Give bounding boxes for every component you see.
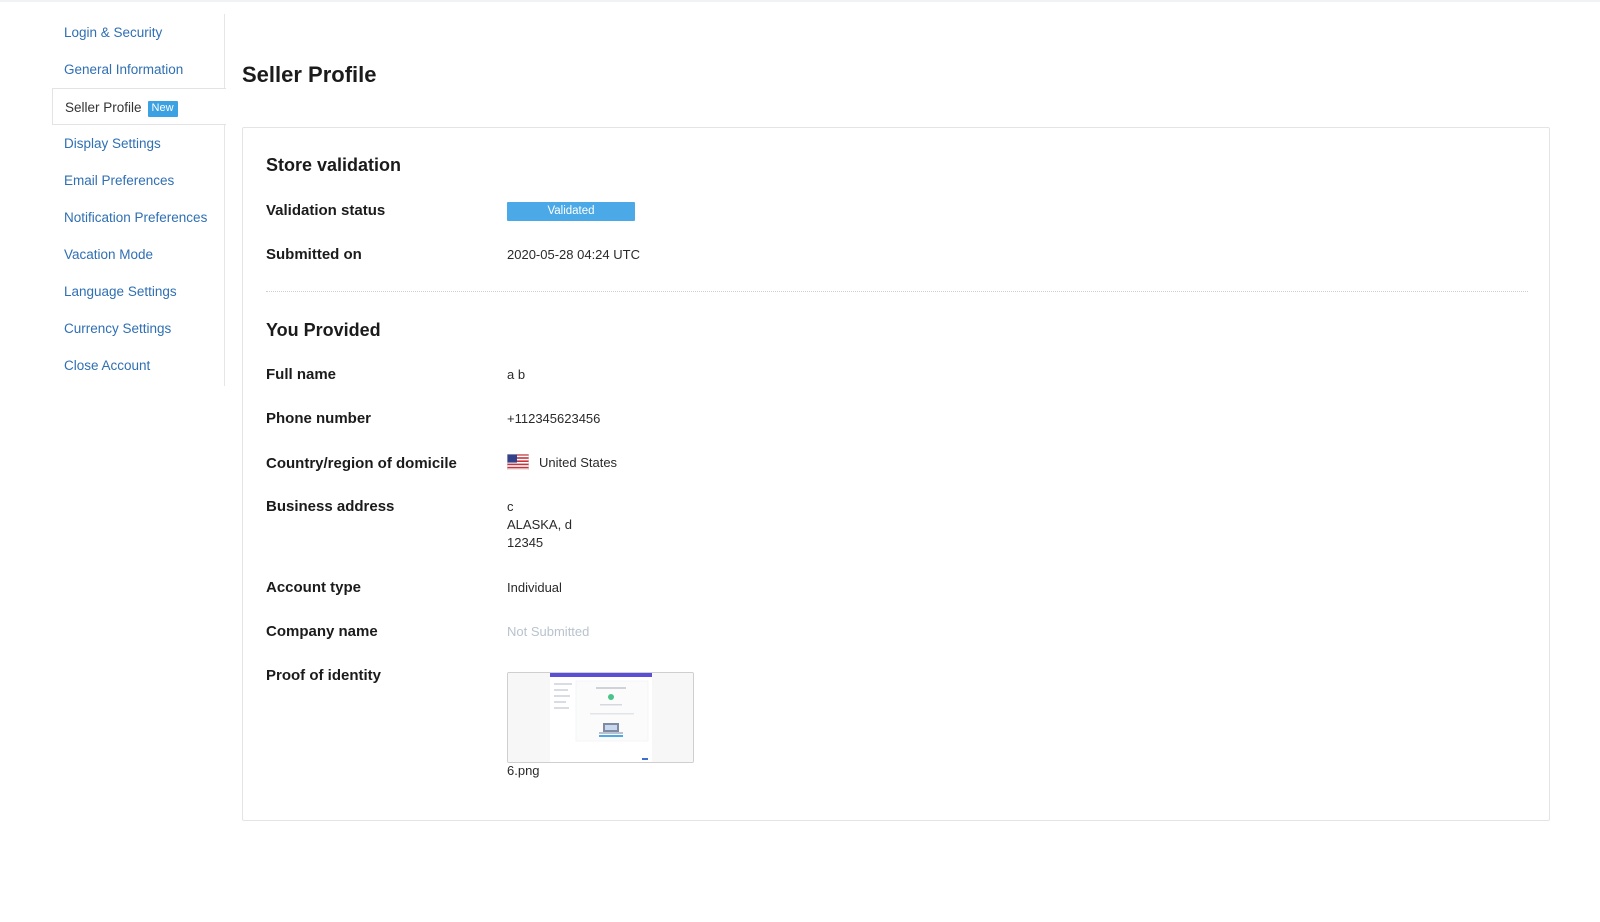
validation-status-badge: Validated	[507, 202, 635, 221]
sidebar-item-general-information[interactable]: General Information	[52, 51, 224, 88]
address-line: c	[507, 499, 514, 514]
full-name-label: Full name	[266, 366, 337, 383]
account-type-value: Individual	[507, 580, 562, 595]
country-value: United States	[507, 454, 617, 472]
sidebar-item-notification-preferences[interactable]: Notification Preferences	[52, 199, 224, 236]
store-validation-heading: Store validation	[266, 155, 402, 175]
account-type-label: Account type	[266, 579, 362, 596]
submitted-on-value: 2020-05-28 04:24 UTC	[507, 247, 640, 262]
country-name: United States	[539, 455, 618, 470]
us-flag-icon	[507, 454, 529, 470]
submitted-on-label: Submitted on	[266, 246, 362, 263]
country-label: Country/region of domicile	[266, 455, 457, 472]
sidebar-item-seller-profile[interactable]: Seller Profile New	[52, 88, 226, 125]
sidebar-item-login-security[interactable]: Login & Security	[52, 14, 224, 51]
proof-of-identity-thumbnail[interactable]	[507, 672, 694, 763]
sidebar-item-vacation-mode[interactable]: Vacation Mode	[52, 236, 224, 273]
proof-of-identity-label: Proof of identity	[266, 667, 381, 684]
full-name-value: a b	[507, 367, 526, 382]
sidebar-item-close-account[interactable]: Close Account	[52, 347, 224, 384]
proof-filename: 6.png	[507, 763, 540, 778]
page-title: Seller Profile	[242, 62, 377, 87]
top-border	[0, 0, 1600, 2]
business-address-label: Business address	[266, 498, 395, 515]
sidebar-item-display-settings[interactable]: Display Settings	[52, 125, 224, 162]
sidebar-item-label: Seller Profile	[65, 100, 142, 115]
sidebar-item-email-preferences[interactable]: Email Preferences	[52, 162, 224, 199]
sidebar-item-currency-settings[interactable]: Currency Settings	[52, 310, 224, 347]
business-address-value: c ALASKA, d 12345	[507, 498, 572, 552]
section-divider	[266, 291, 1528, 292]
company-name-value: Not Submitted	[507, 624, 590, 639]
you-provided-heading: You Provided	[266, 320, 381, 340]
validation-status-label: Validation status	[266, 202, 386, 219]
seller-profile-card: Store validation Validation status Valid…	[242, 127, 1550, 821]
sidebar-item-language-settings[interactable]: Language Settings	[52, 273, 224, 310]
new-badge: New	[147, 101, 178, 117]
address-line: ALASKA, d	[507, 517, 573, 532]
settings-sidebar: Login & Security General Information Sel…	[52, 14, 226, 386]
company-name-label: Company name	[266, 623, 378, 640]
phone-number-label: Phone number	[266, 410, 372, 427]
address-line: 12345	[507, 535, 544, 550]
phone-number-value: +112345623456	[507, 411, 601, 426]
screenshot-thumbnail-image	[508, 673, 693, 762]
